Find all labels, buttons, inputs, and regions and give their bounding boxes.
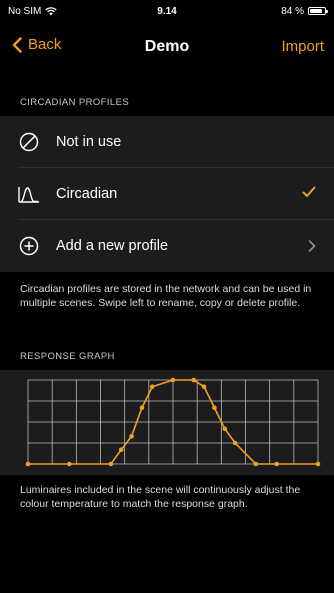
data-point (139, 405, 145, 411)
data-point (191, 377, 197, 383)
import-button[interactable]: Import (281, 38, 324, 55)
add-circle-icon (18, 235, 40, 257)
profile-row-circadian[interactable]: Circadian (0, 168, 334, 220)
data-point (67, 461, 72, 467)
add-profile-row[interactable]: Add a new profile (0, 220, 334, 272)
response-graph[interactable] (0, 370, 334, 475)
response-graph-chart[interactable] (0, 370, 334, 475)
battery-percent: 84 % (281, 5, 304, 17)
data-point (212, 405, 217, 411)
status-right: 84 % (281, 5, 328, 17)
data-point (315, 461, 321, 467)
data-point (108, 461, 114, 467)
profile-label: Add a new profile (56, 238, 169, 254)
profile-label: Not in use (56, 134, 122, 150)
data-point (253, 461, 259, 467)
data-point (129, 433, 134, 439)
chevron-left-icon (12, 36, 22, 53)
profiles-section-header: CIRCADIAN PROFILES (20, 97, 130, 108)
profile-label: Circadian (56, 186, 118, 202)
navigation-bar: Back Demo Import (0, 26, 334, 70)
data-point (232, 440, 238, 446)
status-bar: No SIM 9.14 84 % (0, 0, 334, 22)
not-in-use-icon (18, 131, 40, 153)
chevron-right-icon (308, 236, 316, 257)
carrier-label: No SIM (8, 5, 42, 17)
checkmark-icon (302, 185, 316, 203)
data-point (222, 426, 228, 432)
data-point (118, 447, 124, 453)
data-point (149, 384, 155, 390)
battery-icon (308, 7, 328, 15)
data-point (25, 461, 31, 467)
back-button[interactable]: Back (12, 36, 61, 53)
profile-row-not-in-use[interactable]: Not in use (0, 116, 334, 168)
profiles-list: Not in use Circadian Add a new profile (0, 116, 334, 272)
circadian-curve-icon (18, 183, 40, 205)
data-point (201, 384, 207, 390)
data-point (274, 461, 279, 467)
graph-footnote: Luminaires included in the scene will co… (20, 484, 301, 510)
data-point (170, 377, 176, 383)
status-left: No SIM (8, 5, 58, 17)
wifi-icon (45, 6, 58, 15)
graph-section-header: RESPONSE GRAPH (20, 351, 115, 362)
profiles-footnote: Circadian profiles are stored in the net… (20, 283, 312, 309)
battery-fill (310, 9, 322, 13)
back-label: Back (28, 36, 62, 53)
